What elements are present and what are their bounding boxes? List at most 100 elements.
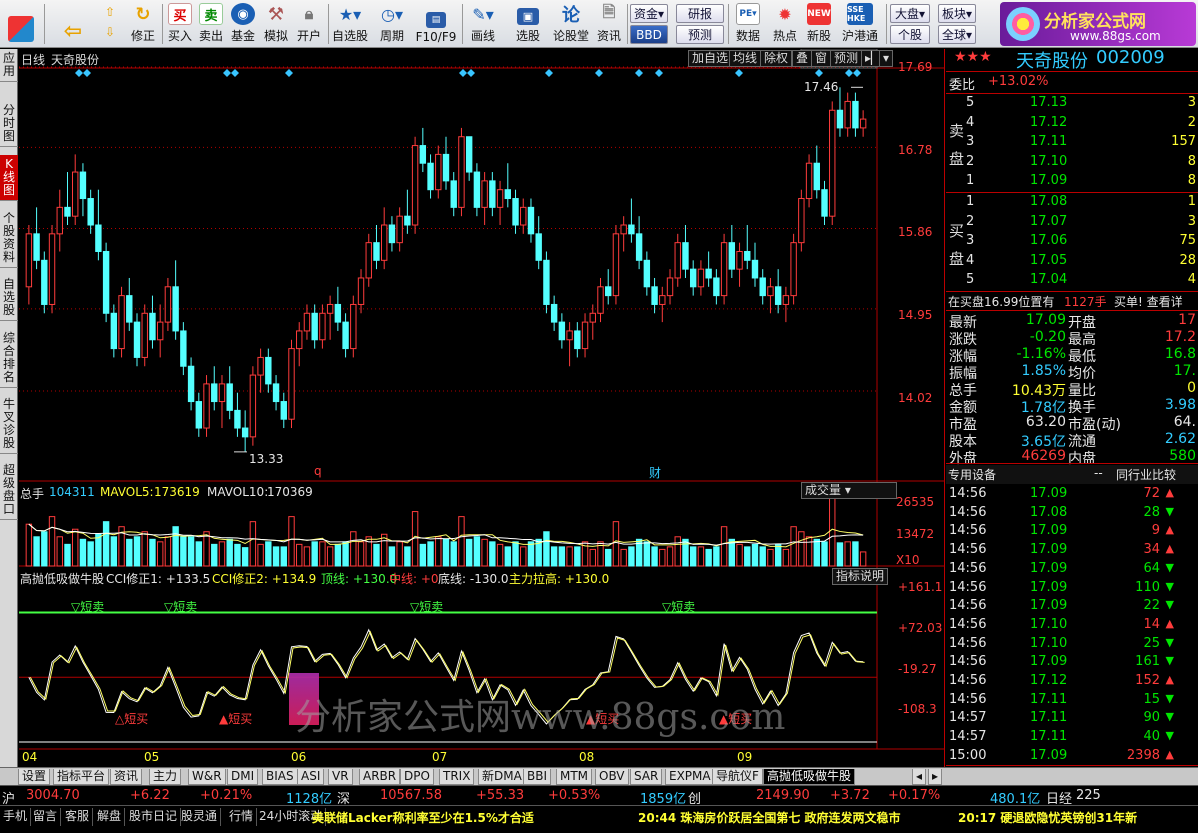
ask-level-row[interactable]: 1 17.09 8: [946, 172, 1198, 191]
app-menu-button[interactable]: [4, 2, 38, 46]
indicator-tab[interactable]: EXPMA: [665, 769, 715, 785]
tab-ranking[interactable]: 综合排名: [0, 329, 18, 388]
newsbar-button[interactable]: 手机: [0, 808, 32, 826]
indicator-tab[interactable]: 设置: [18, 769, 51, 785]
refresh-button[interactable]: ↻ 修正: [128, 2, 158, 46]
bbd-button[interactable]: BBD: [630, 25, 668, 44]
news-item[interactable]: 美联储Lacker称利率至少在1.5%才合适: [312, 809, 534, 826]
tab-apps[interactable]: 应用: [0, 49, 18, 82]
newsbar-button[interactable]: 股市日记: [126, 808, 182, 826]
period-button[interactable]: ◷▾ 周期: [374, 2, 410, 46]
indicator-tab[interactable]: 资讯: [110, 769, 143, 785]
notice-link[interactable]: 买单! 查看详: [1114, 293, 1183, 310]
tab-intraday[interactable]: 分时图: [0, 101, 18, 147]
tab-super-panel[interactable]: 超级盘口: [0, 461, 18, 520]
x-axis-label: 08: [579, 750, 595, 764]
bid-level-row[interactable]: 1 17.08 1: [946, 193, 1198, 212]
chart-area[interactable]: 日线 天奇股份 加自选 均线 除权 叠 窗 预测 ▸▏ ▾ 17.69 16.7…: [19, 49, 945, 767]
indicator-tab[interactable]: BBI: [523, 769, 552, 785]
event-marker-finance[interactable]: 财: [649, 464, 661, 481]
draw-button[interactable]: ✎▾ 画线: [466, 2, 500, 46]
simulate-button[interactable]: ⚒ 模拟: [261, 2, 291, 46]
window-button[interactable]: 窗: [811, 50, 832, 67]
hk-connect-button[interactable]: SSE HKE 沪港通: [838, 2, 882, 46]
bid-level-row[interactable]: 2 17.07 3: [946, 213, 1198, 232]
ask-level-row[interactable]: 2 17.10 8: [946, 153, 1198, 172]
bid-level-row[interactable]: 3 17.06 75: [946, 232, 1198, 251]
tab-watchlist[interactable]: 自选股: [0, 275, 18, 321]
indicator-tab[interactable]: 指标平台: [53, 769, 110, 785]
ask-level-row[interactable]: 4 17.12 2: [946, 114, 1198, 133]
newsbar-button[interactable]: 留言: [30, 808, 62, 826]
stat-value: 64.: [1173, 414, 1196, 430]
back-button[interactable]: ⇦: [56, 2, 90, 46]
data-button[interactable]: PE▾ 数据: [732, 2, 764, 46]
forecast-button[interactable]: 预测: [676, 25, 724, 44]
indicator-tab[interactable]: TRIX: [439, 769, 475, 785]
indicator-tab[interactable]: ASI: [297, 769, 325, 785]
exright-button[interactable]: 除权: [760, 50, 793, 67]
indicator-tab[interactable]: SAR: [630, 769, 663, 785]
news-button[interactable]: 🗎︎ 资讯: [594, 2, 624, 46]
stock-screen-button[interactable]: ▣ 选股: [508, 2, 548, 46]
news-item[interactable]: 20:44 珠海房价跃居全国第七 政府连发两文稳市: [638, 809, 901, 826]
discuss-button[interactable]: 论 论股堂: [553, 2, 589, 46]
tick-tab-industry[interactable]: 专用设备: [948, 466, 996, 483]
ipo-button[interactable]: NEW 新股: [804, 2, 834, 46]
newsbar-button[interactable]: 客服: [62, 808, 94, 826]
open-account-button[interactable]: 🔒︎ 开户: [294, 2, 324, 46]
hot-button[interactable]: ✹ 热点: [770, 2, 800, 46]
volume-bar: [489, 541, 496, 567]
chart-options-dropdown[interactable]: ▾: [879, 50, 894, 67]
event-marker-q[interactable]: q: [314, 464, 322, 478]
scroll-left-button[interactable]: ◂: [912, 769, 927, 785]
bid-level-row[interactable]: 4 17.05 28: [946, 252, 1198, 271]
ask-level-row[interactable]: 5 17.13 3: [946, 94, 1198, 113]
tab-stock-info[interactable]: 个股资料: [0, 209, 18, 268]
indicator-tab[interactable]: DPO: [400, 769, 434, 785]
ma-button[interactable]: 均线: [729, 50, 762, 67]
indicator-tab[interactable]: VR: [328, 769, 353, 785]
watchlist-button[interactable]: ★▾ 自选股: [330, 2, 370, 46]
up-arrow-icon[interactable]: ⇧: [105, 2, 115, 22]
big-order-notice[interactable]: 在买盘16.99位置有 1127手 买单! 查看详: [946, 292, 1198, 311]
forecast-chart-button[interactable]: 预测: [830, 50, 863, 67]
indicator-tab[interactable]: BIAS: [262, 769, 298, 785]
indicator-tab[interactable]: 导航仪F: [712, 769, 763, 785]
global-button[interactable]: 全球 ▾: [938, 25, 976, 44]
tick-tab-compare[interactable]: 同行业比较: [1116, 466, 1176, 483]
indicator-tab[interactable]: OBV: [595, 769, 629, 785]
indicator-help-button[interactable]: 指标说明: [832, 568, 889, 585]
news-item[interactable]: 20:17 硬退欧隐忧英镑创31年新: [958, 809, 1196, 826]
research-button[interactable]: 研报: [676, 4, 724, 23]
indicator-tab[interactable]: 新DMA: [478, 769, 526, 785]
newsbar-button[interactable]: 行情: [226, 808, 258, 826]
f10-button[interactable]: ▤ F10/F9: [414, 2, 458, 46]
indicator-tab[interactable]: 主力: [149, 769, 182, 785]
overlay-button[interactable]: 叠: [792, 50, 813, 67]
newsbar-button[interactable]: 解盘: [94, 808, 126, 826]
up-down-buttons[interactable]: ⇧ ⇩: [96, 2, 124, 46]
indicator-tab[interactable]: 高抛低吸做牛股: [763, 769, 856, 785]
indicator-tab[interactable]: MTM: [556, 769, 593, 785]
indicator-tab[interactable]: ARBR: [359, 769, 401, 785]
add-watch-button[interactable]: 加自选: [688, 50, 733, 67]
funds-button[interactable]: 资金 ▾: [630, 4, 668, 23]
down-arrow-icon[interactable]: ⇩: [105, 22, 115, 42]
newsbar-button[interactable]: 股灵通: [178, 808, 222, 826]
ask-level-row[interactable]: 3 17.11 157: [946, 133, 1198, 152]
indicator-tab[interactable]: DMI: [227, 769, 259, 785]
market-button[interactable]: 大盘 ▾: [890, 4, 930, 23]
volume-indicator-dropdown[interactable]: 成交量 ▾: [801, 482, 897, 499]
buy-button[interactable]: 买 买入: [166, 2, 194, 46]
bid-level-row[interactable]: 5 17.04 4: [946, 271, 1198, 290]
chart-canvas[interactable]: [19, 49, 945, 767]
tab-diagnose[interactable]: 牛叉诊股: [0, 395, 18, 454]
fund-button[interactable]: ◉ 基金: [228, 2, 258, 46]
tab-kline[interactable]: K线图: [0, 155, 18, 201]
single-stock-button[interactable]: 个股: [890, 25, 930, 44]
indicator-tab[interactable]: W&R: [188, 769, 226, 785]
scroll-right-button[interactable]: ▸: [928, 769, 943, 785]
sell-button[interactable]: 卖 卖出: [197, 2, 225, 46]
sector-button[interactable]: 板块 ▾: [938, 4, 976, 23]
